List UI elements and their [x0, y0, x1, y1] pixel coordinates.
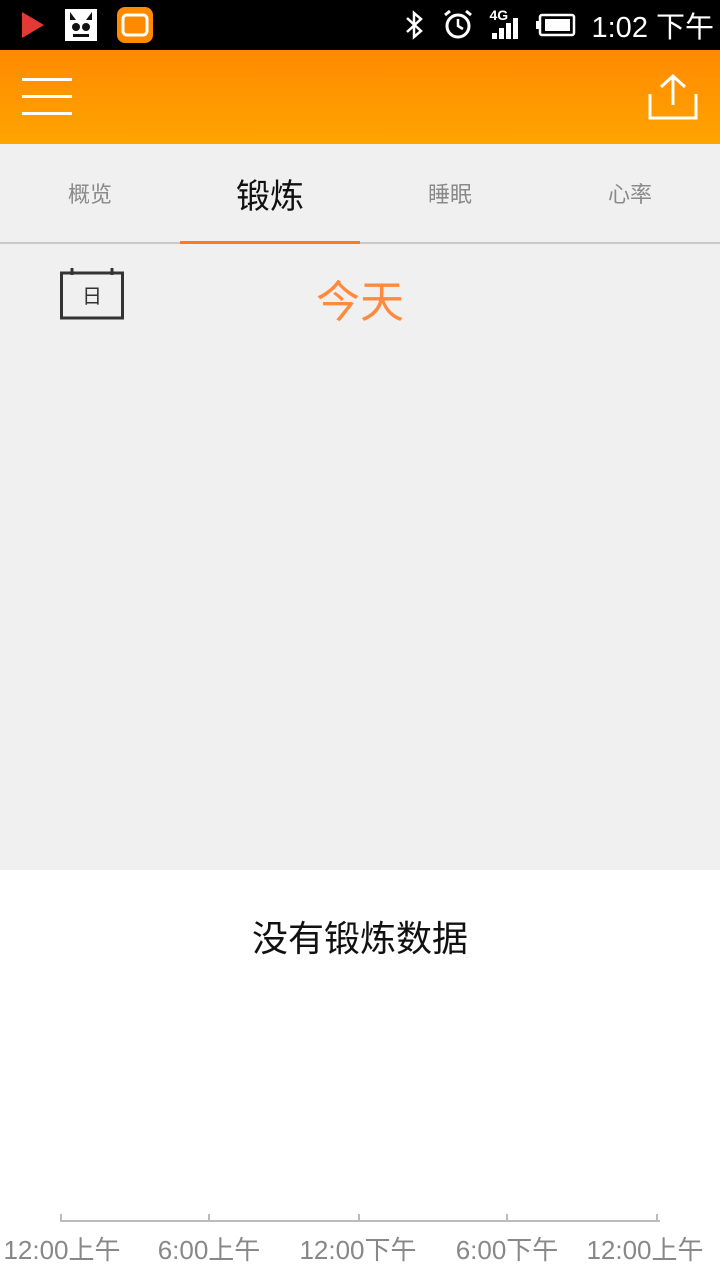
- timeline-tick-label: 6:00下午: [455, 1235, 559, 1265]
- signal-indicator: 4G: [490, 7, 520, 41]
- share-button[interactable]: [646, 72, 700, 122]
- tab-workout[interactable]: 锻炼: [180, 144, 360, 244]
- timeline-tick: [358, 1214, 360, 1222]
- timeline-tick: [208, 1214, 210, 1222]
- timeline-tick-label: 6:00上午: [157, 1235, 261, 1265]
- timeline-axis: [60, 1220, 660, 1222]
- menu-button[interactable]: [22, 75, 72, 117]
- date-label[interactable]: 今天: [0, 266, 720, 330]
- date-panel: 日 今天: [0, 244, 720, 870]
- timeline-tick-label: 12:00上午: [3, 1235, 121, 1265]
- notification-icons: [20, 7, 154, 43]
- empty-state-message: 没有锻炼数据: [251, 919, 468, 960]
- system-icons: 4G 1:02 下午: [404, 0, 715, 50]
- orange-app-icon: [117, 7, 153, 43]
- timeline-tick: [656, 1214, 658, 1222]
- signal-icon: [491, 18, 518, 39]
- bluetooth-icon: [405, 10, 423, 40]
- cat-app-icon: [65, 9, 97, 41]
- timeline-tick: [60, 1214, 62, 1222]
- timeline-tick-label: 12:00下午: [299, 1235, 417, 1265]
- alarm-icon: [443, 9, 472, 39]
- timeline-tick-label: 12:00上午: [586, 1235, 704, 1265]
- status-bar: 4G 1:02 下午: [0, 0, 720, 50]
- status-time: 1:02 下午: [591, 12, 715, 44]
- tab-bar: 概览 锻炼 睡眠 心率: [0, 144, 720, 244]
- app-bar: [0, 50, 720, 144]
- battery-icon: [535, 13, 575, 37]
- share-upload-icon: [648, 73, 698, 120]
- tab-heart-rate[interactable]: 心率: [540, 144, 720, 242]
- tab-overview[interactable]: 概览: [0, 144, 180, 242]
- workout-content: 没有锻炼数据 12:00上午 6:00上午 12:00下午 6:00下午 12:…: [0, 870, 720, 1280]
- timeline-tick: [506, 1214, 508, 1222]
- tab-sleep[interactable]: 睡眠: [360, 144, 540, 242]
- menu-icon: [22, 78, 72, 81]
- play-store-icon: [22, 12, 44, 38]
